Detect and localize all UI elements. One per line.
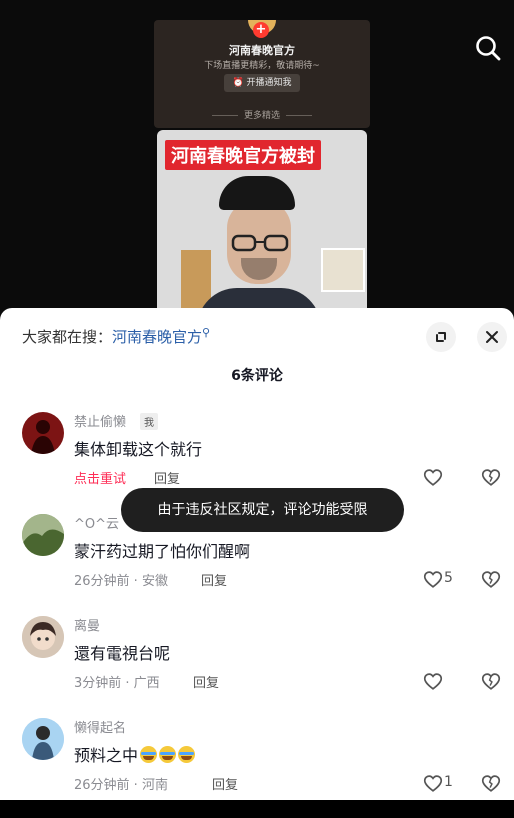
comment-meta: 26分钟前 · 安徽 [74, 574, 168, 589]
crying-laugh-emoji-icon [178, 746, 196, 763]
search-icon[interactable] [474, 34, 502, 62]
reply-button[interactable]: 回复 [154, 468, 180, 487]
comment-username[interactable]: 懒得起名 [74, 717, 126, 736]
anime-avatar-icon [22, 616, 64, 658]
like-count: 5 [444, 570, 453, 586]
me-badge: 我 [140, 413, 158, 430]
live-name: 河南春晚官方 [229, 44, 295, 57]
dislike-button[interactable] [480, 670, 502, 692]
follow-plus-icon[interactable]: + [253, 22, 269, 38]
heart-icon [423, 571, 443, 588]
comment-text[interactable]: 還有電視台呢 [74, 640, 170, 664]
comment-username[interactable]: 离曼 [74, 615, 100, 634]
comment-username[interactable]: 禁止偷懒 [74, 411, 126, 430]
person-cap [219, 176, 295, 210]
broken-heart-icon [481, 469, 501, 486]
expand-button[interactable] [426, 322, 456, 352]
avatar[interactable] [22, 718, 64, 760]
comment-meta: 3分钟前 · 广西 [74, 676, 160, 691]
comment-meta: 26分钟前 · 河南 [74, 778, 168, 793]
broken-heart-icon [481, 673, 501, 690]
dislike-button[interactable] [480, 466, 502, 488]
retry-link[interactable]: 点击重试 [74, 468, 126, 487]
more-picks-label: 更多精选 [154, 108, 370, 121]
reply-button[interactable]: 回复 [193, 672, 219, 691]
restriction-toast: 由于违反社区规定，评论功能受限 [121, 488, 404, 532]
hot-search-prefix: 大家都在搜： [22, 328, 113, 346]
background-painting [321, 248, 365, 292]
hot-search[interactable]: 大家都在搜：河南春晚官方⚲ [22, 326, 210, 347]
comment-text[interactable]: 蒙汗药过期了怕你们醒啊 [74, 538, 250, 562]
like-button[interactable] [422, 466, 462, 488]
live-subtitle: 下场直播更精彩，敬请期待~ [204, 61, 320, 71]
reply-button[interactable]: 回复 [212, 774, 238, 793]
comment-text[interactable]: 集体卸载这个就行 [74, 436, 202, 460]
like-button[interactable]: 1 [422, 772, 462, 794]
close-icon [486, 331, 498, 343]
avatar[interactable] [22, 412, 64, 454]
silhouette-icon [31, 420, 55, 454]
heart-icon [423, 673, 443, 690]
comment-text[interactable]: 预料之中 [74, 742, 196, 766]
avatar[interactable] [22, 616, 64, 658]
video-banner: 河南春晚官方被封 [165, 140, 321, 170]
glasses-icon [231, 234, 289, 252]
like-count: 1 [444, 774, 453, 790]
avatar[interactable] [22, 514, 64, 556]
hot-search-keyword[interactable]: 河南春晚官方 [112, 328, 202, 346]
video-thumbnail[interactable]: 河南春晚官方被封 [157, 130, 367, 320]
comment-sheet: 大家都在搜：河南春晚官方⚲ 6条评论 禁止偷懒 我 集体卸载这个就行 点击重试 … [0, 308, 514, 800]
comment-item[interactable]: 懒得起名 预料之中 26分钟前 · 河南 回复 1 [0, 718, 514, 818]
search-small-icon: ⚲ [202, 326, 211, 339]
heart-icon [423, 469, 443, 486]
crying-laugh-emoji-icon [140, 746, 158, 763]
notify-button[interactable]: ⏰ 开播通知我 [224, 74, 300, 92]
broken-heart-icon [481, 571, 501, 588]
comment-count-title: 6条评论 [231, 368, 283, 384]
reply-button[interactable]: 回复 [201, 570, 227, 589]
comment-text-body: 预料之中 [74, 746, 139, 765]
live-card[interactable]: + 河南春晚官方 下场直播更精彩，敬请期待~ ⏰ 开播通知我 更多精选 [154, 20, 370, 128]
crying-laugh-emoji-icon [159, 746, 177, 763]
close-button[interactable] [477, 322, 507, 352]
swimmer-avatar-icon [22, 718, 64, 760]
broken-heart-icon [481, 775, 501, 792]
comment-username[interactable]: ^O^云 [74, 513, 119, 532]
comment-item[interactable]: 离曼 還有電視台呢 3分钟前 · 广西 回复 [0, 616, 514, 716]
heart-icon [423, 775, 443, 792]
like-button[interactable] [422, 670, 462, 692]
like-button[interactable]: 5 [422, 568, 462, 590]
notify-button-label: 开播通知我 [246, 78, 292, 88]
alarm-icon: ⏰ [232, 78, 247, 88]
dislike-button[interactable] [480, 772, 502, 794]
expand-icon [436, 332, 446, 342]
dislike-button[interactable] [480, 568, 502, 590]
plant-avatar-icon [22, 514, 64, 556]
